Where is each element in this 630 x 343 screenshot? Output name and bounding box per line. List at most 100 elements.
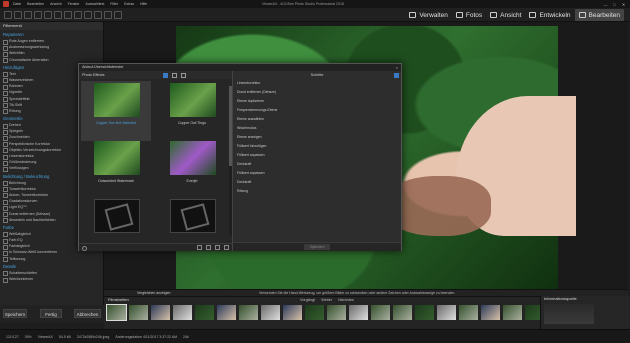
- delete-icon[interactable]: [206, 245, 211, 250]
- filmstrip-thumbnail[interactable]: [459, 305, 478, 320]
- filmstrip-thumbnail[interactable]: [437, 305, 456, 320]
- effect-thumbnail[interactable]: Everjet: [157, 139, 227, 199]
- settings-icon[interactable]: [224, 245, 229, 250]
- redo-icon[interactable]: [14, 11, 22, 19]
- filmstrip-next-item[interactable]: Nächstes: [338, 297, 354, 303]
- zoom-icon[interactable]: [44, 11, 52, 19]
- cancel-button[interactable]: Abbrechen: [74, 309, 101, 318]
- filmstrip-thumbnail[interactable]: [283, 305, 302, 320]
- tool-item[interactable]: Chromatische Aberration: [0, 57, 103, 64]
- filmstrip-thumbnail[interactable]: [129, 305, 148, 320]
- filmstrip-next[interactable]: Weiter: [321, 297, 332, 303]
- effect-thumbnail[interactable]: Outworlded Watermark: [81, 139, 151, 199]
- filmstrip-thumbnail[interactable]: [327, 305, 346, 320]
- filmstrip-thumbnail[interactable]: [151, 305, 170, 320]
- effect-thumbnail[interactable]: Copper Owl Tingo: [157, 81, 227, 141]
- step-item[interactable]: Füllwert anpassen: [233, 151, 401, 160]
- effects-pane: Photo Effects Copper Sun Not Selected Cop…: [79, 71, 233, 251]
- step-item[interactable]: Ebene anzeigen: [233, 133, 401, 142]
- step-item[interactable]: Füllwert hinzufügen: [233, 142, 401, 151]
- new-effect-icon[interactable]: [197, 245, 202, 250]
- filmstrip-thumbnail[interactable]: [261, 305, 280, 320]
- filmstrip-thumbnail[interactable]: [503, 305, 522, 320]
- menu-item-window[interactable]: Fenster: [68, 0, 80, 8]
- dialog-title-bar[interactable]: Ablauf-Übersichtsfenster ×: [79, 64, 401, 71]
- undo-icon[interactable]: [4, 11, 12, 19]
- effect-preview: [94, 83, 140, 117]
- menu-item-filter[interactable]: Filter: [110, 0, 118, 8]
- toolbar-icons: [4, 11, 124, 19]
- list-view-icon[interactable]: [171, 72, 177, 78]
- tool-item[interactable]: Weichzeichnen: [0, 276, 103, 283]
- minimize-button[interactable]: —: [601, 1, 610, 7]
- scrollbar-thumb[interactable]: [229, 86, 232, 166]
- magic-wand-icon[interactable]: [84, 11, 92, 19]
- tool-group-header[interactable]: Reparieren: [0, 31, 103, 38]
- save-button[interactable]: Speichern: [3, 309, 27, 318]
- step-item[interactable]: Ebene auswählen: [233, 115, 401, 124]
- filmstrip-thumbnail[interactable]: [195, 305, 214, 320]
- filmstrip-thumbnail[interactable]: [305, 305, 324, 320]
- close-button[interactable]: ✕: [619, 1, 628, 7]
- step-item[interactable]: Ebene duplizieren: [233, 97, 401, 106]
- menu-item-view[interactable]: Ansicht: [50, 0, 61, 8]
- effects-header: Photo Effects: [79, 71, 232, 79]
- done-button[interactable]: Fertig: [40, 309, 62, 318]
- menu-item-tools[interactable]: Extras: [124, 0, 134, 8]
- eye-icon: [490, 12, 498, 18]
- filter-icon[interactable]: [180, 72, 186, 78]
- step-item[interactable]: Füllwert anpassen: [233, 169, 401, 178]
- effect-preview: [94, 199, 140, 233]
- steps-save-button[interactable]: Speichern: [304, 244, 330, 250]
- status-item: 54.5 kB: [58, 334, 71, 339]
- menu-item-edit[interactable]: Bearbeiten: [27, 0, 44, 8]
- filmstrip-thumbnail[interactable]: [371, 305, 390, 320]
- filmstrip-thumbnail[interactable]: [415, 305, 434, 320]
- step-item[interactable]: Deckkraft: [233, 178, 401, 187]
- hand-icon[interactable]: [34, 11, 42, 19]
- tool-group-header[interactable]: Details: [0, 263, 103, 270]
- effect-thumbnail[interactable]: Copper Sun Not Selected: [81, 81, 151, 141]
- step-item[interactable]: Dunst entfernen (Dehaze): [233, 88, 401, 97]
- mode-edit[interactable]: Bearbeiten: [574, 9, 624, 21]
- effects-scrollbar[interactable]: [229, 86, 232, 236]
- menu-item-file[interactable]: Datei: [13, 0, 21, 8]
- mode-view[interactable]: Ansicht: [486, 9, 525, 21]
- filmstrip-thumbnail[interactable]: [393, 305, 412, 320]
- menu-item-selection[interactable]: Auswahltext: [85, 0, 104, 8]
- filmstrip-thumbnail[interactable]: [349, 305, 368, 320]
- step-item[interactable]: Rötung: [233, 187, 401, 196]
- gear-icon[interactable]: [82, 245, 87, 251]
- crop-icon[interactable]: [54, 11, 62, 19]
- lasso-icon[interactable]: [74, 11, 82, 19]
- status-item: ViewerAX: [37, 334, 53, 339]
- step-item[interactable]: Wischmodus: [233, 124, 401, 133]
- steps-menu-icon[interactable]: [394, 72, 399, 78]
- step-item[interactable]: Deckkraft: [233, 160, 401, 169]
- menu-item-help[interactable]: Hilfe: [140, 0, 147, 8]
- gradient-icon[interactable]: [114, 11, 122, 19]
- filmstrip-thumbnail[interactable]: [173, 305, 192, 320]
- grid-view-icon[interactable]: [162, 72, 168, 78]
- mode-photos[interactable]: Fotos: [452, 9, 486, 21]
- filmstrip: Filmstreifen Vorgängt Weiter Nächstes: [104, 296, 544, 329]
- filmstrip-thumbnail[interactable]: [106, 304, 127, 321]
- move-icon[interactable]: [24, 11, 32, 19]
- effect-label: Everjet: [186, 179, 198, 183]
- status-item: 121/127: [6, 334, 19, 339]
- text-tool-icon[interactable]: [94, 11, 102, 19]
- search-icon[interactable]: [215, 245, 220, 250]
- maximize-button[interactable]: □: [610, 1, 619, 7]
- filmstrip-thumbnail[interactable]: [239, 305, 258, 320]
- step-item[interactable]: Linsenkorrektur: [233, 79, 401, 88]
- step-item[interactable]: Frequenztrennungs-Ebene: [233, 106, 401, 115]
- app-logo-icon: [3, 1, 9, 7]
- dialog-close-icon[interactable]: ×: [396, 64, 398, 71]
- mode-manage[interactable]: Verwalten: [405, 9, 452, 21]
- mode-develop[interactable]: Entwickeln: [525, 9, 574, 21]
- filmstrip-thumbnail[interactable]: [481, 305, 500, 320]
- filmstrip-prev[interactable]: Vorgängt: [300, 297, 315, 303]
- brush-icon[interactable]: [64, 11, 72, 19]
- filmstrip-thumbnail[interactable]: [217, 305, 236, 320]
- eraser-icon[interactable]: [104, 11, 112, 19]
